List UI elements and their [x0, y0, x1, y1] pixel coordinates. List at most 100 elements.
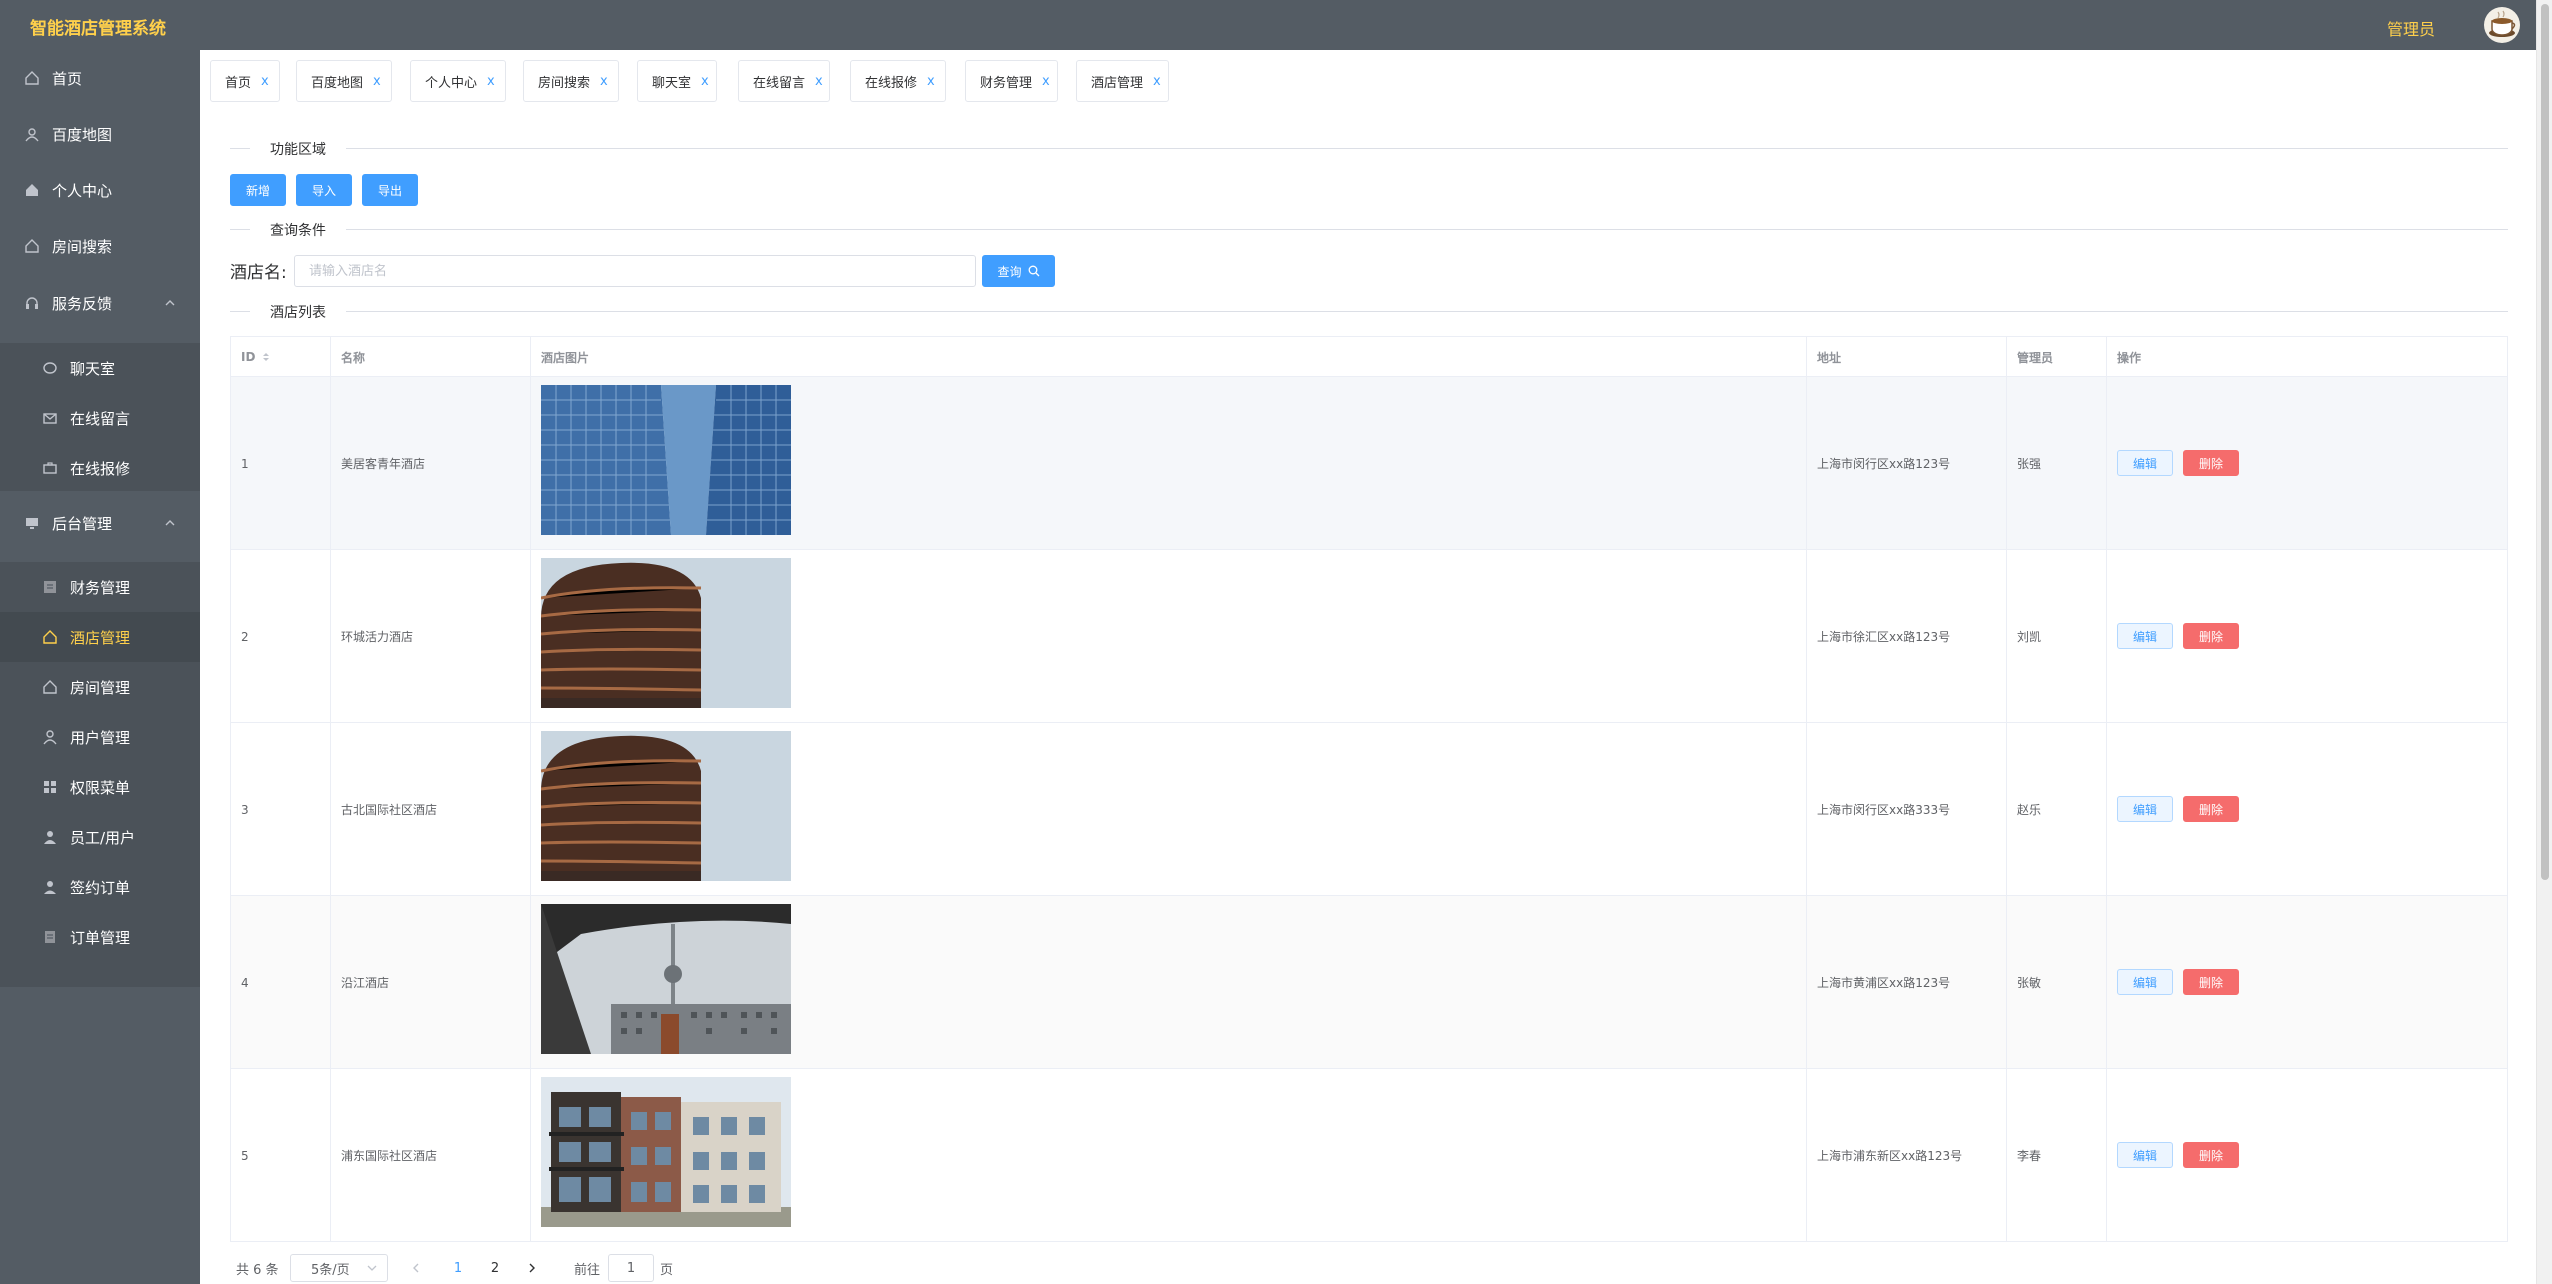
sidebar-item-label: 财务管理 [70, 578, 131, 597]
close-icon[interactable]: x [701, 74, 709, 89]
search-icon [1028, 265, 1040, 277]
edit-button[interactable]: 编辑 [2117, 969, 2173, 995]
close-icon[interactable]: x [487, 74, 495, 89]
tab-personal-center[interactable]: 个人中心 x [410, 60, 506, 102]
page-scrollbar[interactable] [2536, 0, 2552, 1284]
close-icon[interactable]: x [600, 74, 608, 89]
header-manager: 管理员 [2007, 337, 2107, 377]
hotel-photo-glass-towers [541, 385, 791, 535]
sort-icon[interactable] [261, 351, 271, 363]
tab-baidu-map[interactable]: 百度地图 x [296, 60, 392, 102]
cell-address: 上海市黄浦区xx路123号 [1807, 896, 2007, 1069]
scrollbar-thumb[interactable] [2541, 4, 2549, 880]
hotel-name-search-input[interactable] [294, 255, 976, 287]
cell-name: 环城活力酒店 [331, 550, 531, 723]
user-avatar[interactable] [2484, 7, 2520, 43]
table-row: 3 古北国际社区酒店 上海市闵行区xx路333号 赵乐 编辑 删除 [231, 723, 2507, 896]
tab-online-message[interactable]: 在线留言 x [738, 60, 830, 102]
header-label: ID [241, 350, 256, 364]
section-title-query: 查询条件 [250, 220, 346, 240]
search-button[interactable]: 查询 [982, 255, 1055, 287]
sidebar-item-chat-room[interactable]: 聊天室 [0, 343, 200, 393]
sidebar: 首页 百度地图 个人中心 房间搜索 服务反馈 聊天室 在线留言 在线报修 后台管… [0, 50, 200, 1284]
tab-hotel-management[interactable]: 酒店管理 x [1076, 60, 1169, 102]
cell-manager: 张强 [2007, 377, 2107, 550]
top-header: 智能酒店管理系统 管理员 [0, 0, 2552, 50]
room-icon [42, 679, 58, 695]
page-button-2[interactable]: 2 [481, 1254, 509, 1282]
edit-button[interactable]: 编辑 [2117, 796, 2173, 822]
close-icon[interactable]: x [1153, 74, 1161, 89]
sidebar-item-home[interactable]: 首页 [0, 53, 200, 103]
sidebar-item-label: 百度地图 [52, 125, 113, 144]
export-button[interactable]: 导出 [362, 174, 418, 206]
close-icon[interactable]: x [815, 74, 823, 89]
sidebar-item-order-management[interactable]: 订单管理 [0, 912, 200, 962]
delete-button[interactable]: 删除 [2183, 969, 2239, 995]
divider-hotel-list [230, 311, 2508, 312]
close-icon[interactable]: x [373, 74, 381, 89]
cell-id: 5 [231, 1069, 331, 1242]
tab-room-search[interactable]: 房间搜索 x [523, 60, 619, 102]
tab-label: 财务管理 [980, 75, 1033, 91]
grid-icon [42, 779, 58, 795]
sidebar-item-hotel-management[interactable]: 酒店管理 [0, 612, 200, 662]
delete-button[interactable]: 删除 [2183, 450, 2239, 476]
avatar-cup-icon [2489, 10, 2516, 37]
user-icon [42, 729, 58, 745]
sidebar-item-baidu-map[interactable]: 百度地图 [0, 109, 200, 159]
cell-name: 美居客青年酒店 [331, 377, 531, 550]
tab-chat-room[interactable]: 聊天室 x [637, 60, 717, 102]
sidebar-item-room-management[interactable]: 房间管理 [0, 662, 200, 712]
sidebar-item-user-management[interactable]: 用户管理 [0, 712, 200, 762]
user-home-icon [24, 182, 40, 198]
sidebar-item-permission-menu[interactable]: 权限菜单 [0, 762, 200, 812]
sidebar-item-online-message[interactable]: 在线留言 [0, 393, 200, 443]
delete-button[interactable]: 删除 [2183, 1142, 2239, 1168]
sidebar-item-signed-orders[interactable]: 签约订单 [0, 862, 200, 912]
edit-button[interactable]: 编辑 [2117, 1142, 2173, 1168]
briefcase-icon [42, 460, 58, 476]
page-button-1[interactable]: 1 [444, 1254, 472, 1282]
cell-manager: 张敏 [2007, 896, 2107, 1069]
sidebar-item-staff-user[interactable]: 员工/用户 [0, 812, 200, 862]
app-title: 智能酒店管理系统 [30, 19, 166, 39]
close-icon[interactable]: x [1042, 74, 1050, 89]
sidebar-item-personal-center[interactable]: 个人中心 [0, 165, 200, 215]
goto-label: 前往 [574, 1263, 601, 1278]
user-role-label[interactable]: 管理员 [2387, 16, 2435, 40]
tab-home[interactable]: 首页 x [210, 60, 280, 102]
sidebar-item-online-repair[interactable]: 在线报修 [0, 443, 200, 493]
edit-button[interactable]: 编辑 [2117, 450, 2173, 476]
tab-online-repair[interactable]: 在线报修 x [850, 60, 946, 102]
sidebar-item-label: 员工/用户 [70, 828, 136, 847]
hotel-table: ID 名称 酒店图片 地址 管理员 操作 1 美居客青年酒店 上海市闵行区xx路… [230, 336, 2508, 1242]
delete-button[interactable]: 删除 [2183, 796, 2239, 822]
prev-page-button[interactable] [402, 1254, 430, 1282]
cell-name: 古北国际社区酒店 [331, 723, 531, 896]
chat-icon [42, 360, 58, 376]
sidebar-item-label: 在线留言 [70, 409, 131, 428]
delete-button[interactable]: 删除 [2183, 623, 2239, 649]
section-title-hotel-list: 酒店列表 [250, 302, 346, 322]
sidebar-item-service-feedback[interactable]: 服务反馈 [0, 278, 200, 328]
close-icon[interactable]: x [261, 74, 269, 89]
tab-finance[interactable]: 财务管理 x [965, 60, 1058, 102]
import-button[interactable]: 导入 [296, 174, 352, 206]
header-id[interactable]: ID [231, 337, 331, 377]
next-page-button[interactable] [518, 1254, 546, 1282]
edit-button[interactable]: 编辑 [2117, 623, 2173, 649]
table-header-row: ID 名称 酒店图片 地址 管理员 操作 [231, 337, 2507, 377]
close-icon[interactable]: x [927, 74, 935, 89]
add-button[interactable]: 新增 [230, 174, 286, 206]
table-row: 1 美居客青年酒店 上海市闵行区xx路123号 张强 编辑 删除 [231, 377, 2507, 550]
sidebar-item-label: 房间管理 [70, 678, 131, 697]
cell-id: 4 [231, 896, 331, 1069]
cell-id: 2 [231, 550, 331, 723]
page-size-select[interactable]: 5条/页 [290, 1254, 388, 1282]
house-icon [24, 238, 40, 254]
sidebar-item-finance[interactable]: 财务管理 [0, 562, 200, 612]
sidebar-item-backend-admin[interactable]: 后台管理 [0, 498, 200, 548]
sidebar-item-room-search[interactable]: 房间搜索 [0, 221, 200, 271]
page-jump-input[interactable] [608, 1254, 654, 1282]
